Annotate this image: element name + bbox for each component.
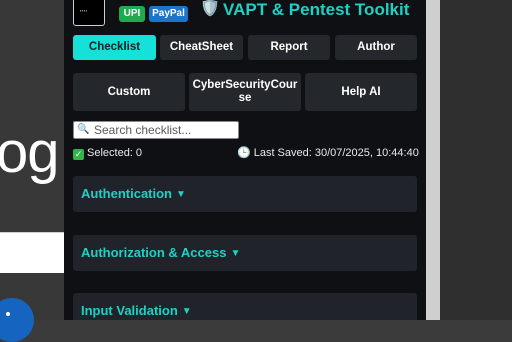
section-label: Input Validation bbox=[81, 303, 178, 318]
section-authorization-access[interactable]: Authorization & Access ▼ bbox=[73, 235, 417, 271]
tab-report[interactable]: Report bbox=[248, 35, 330, 60]
clock-icon: 🕒 bbox=[237, 147, 251, 159]
caret-down-icon: ▼ bbox=[230, 248, 241, 259]
background-search-box bbox=[0, 232, 64, 273]
upi-button[interactable]: UPI bbox=[119, 6, 145, 22]
background-logo: og bbox=[0, 120, 60, 185]
section-authentication[interactable]: Authentication ▼ bbox=[73, 176, 417, 212]
section-input-validation[interactable]: Input Validation ▼ bbox=[73, 293, 417, 320]
background-fab-icon bbox=[6, 312, 10, 316]
selected-count-text: Selected: 0 bbox=[87, 147, 143, 159]
shield-icon: 🛡️ bbox=[200, 0, 220, 17]
scrollbar[interactable] bbox=[426, 0, 440, 320]
popup-header: ▪▪▪▪ UPI PayPal 🛡️ VAPT & Pentest Toolki… bbox=[64, 0, 426, 30]
help-ai-button[interactable]: Help AI bbox=[305, 73, 417, 111]
background-page: og bbox=[0, 0, 64, 320]
caret-down-icon: ▼ bbox=[181, 306, 192, 317]
caret-down-icon: ▼ bbox=[176, 189, 186, 200]
extension-popup: ▪▪▪▪ UPI PayPal 🛡️ VAPT & Pentest Toolki… bbox=[64, 0, 426, 320]
app-logo-icon: ▪▪▪▪ bbox=[73, 0, 105, 26]
last-saved-text: Last Saved: 30/07/2025, 10:44:40 bbox=[253, 147, 419, 159]
tab-checklist[interactable]: Checklist bbox=[73, 35, 156, 60]
last-saved: 🕒 Last Saved: 30/07/2025, 10:44:40 bbox=[237, 147, 419, 160]
section-label: Authentication bbox=[81, 186, 172, 201]
search-icon: 🔍 bbox=[77, 124, 90, 135]
app-title: VAPT & Pentest Toolkit bbox=[223, 0, 410, 19]
paypal-button[interactable]: PayPal bbox=[149, 6, 188, 22]
app-logo-glyph-icon: ▪▪▪▪ bbox=[80, 8, 88, 13]
custom-button[interactable]: Custom bbox=[73, 73, 185, 111]
tab-author[interactable]: Author bbox=[335, 35, 417, 60]
tab-cheatsheet[interactable]: CheatSheet bbox=[160, 35, 243, 60]
checkmark-icon: ✓ bbox=[73, 149, 84, 160]
selected-count: ✓ Selected: 0 bbox=[73, 147, 142, 160]
section-label: Authorization & Access bbox=[81, 245, 227, 260]
cybersecurity-course-button[interactable]: CyberSecurityCourse bbox=[189, 73, 301, 111]
search-box: 🔍 bbox=[73, 121, 239, 139]
search-input[interactable] bbox=[94, 122, 234, 138]
